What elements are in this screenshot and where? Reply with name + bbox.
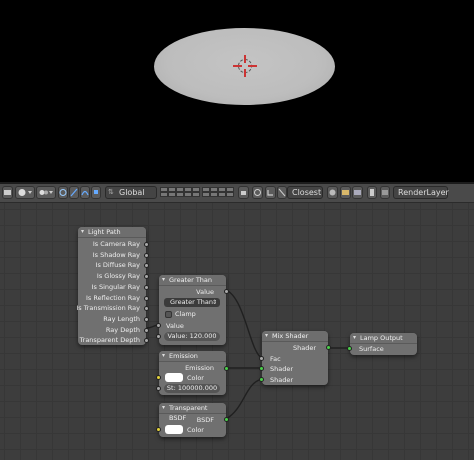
- rotate-manipulator-icon[interactable]: [80, 186, 90, 199]
- socket-fac[interactable]: [259, 356, 264, 361]
- mix-shader-node-title[interactable]: Mix Shader: [262, 331, 328, 342]
- output-label: Ray Depth: [105, 326, 140, 334]
- render-layer-label: RenderLayer: [398, 188, 449, 197]
- socket-is-singular-ray[interactable]: [144, 285, 149, 290]
- render-layer-type-icon[interactable]: [367, 186, 377, 199]
- scale-manipulator-icon[interactable]: [91, 186, 101, 199]
- output-label: Is Shadow Ray: [92, 251, 140, 259]
- math-operation-label: Greater Than: [170, 298, 214, 306]
- output-label: Is Glossy Ray: [96, 272, 140, 280]
- output-label: Ray Length: [103, 315, 140, 323]
- translate-manipulator-icon[interactable]: [69, 186, 79, 199]
- shader-input-label: Shader: [270, 376, 294, 384]
- socket-output-value[interactable]: [224, 289, 229, 294]
- orientation-icon: ⇅: [108, 188, 114, 196]
- bsdf-color-label: Color: [187, 426, 204, 434]
- socket-is-glossy-ray[interactable]: [144, 274, 149, 279]
- lamp-output-node-title[interactable]: Lamp Output: [350, 333, 417, 344]
- socket-input-value-1[interactable]: [156, 323, 161, 328]
- emission-color-swatch[interactable]: [165, 373, 183, 382]
- snap-target-label: Closest: [292, 188, 322, 197]
- bsdf-color-swatch[interactable]: [165, 425, 183, 434]
- output-value-label: Value: [196, 288, 214, 296]
- socket-bsdf-output[interactable]: [224, 417, 229, 422]
- output-label: Is Diffuse Ray: [95, 261, 140, 269]
- dropdown-arrows-icon: ⇕: [211, 299, 217, 306]
- fac-input-label: Fac: [270, 355, 281, 363]
- socket-shader-2[interactable]: [259, 377, 264, 382]
- transparent-bsdf-node-title[interactable]: Transparent BSDF: [159, 403, 226, 422]
- socket-emission-color[interactable]: [156, 375, 161, 380]
- socket-bsdf-color[interactable]: [156, 427, 161, 432]
- socket-surface[interactable]: [347, 346, 352, 351]
- manipulator-toggle-icon[interactable]: [58, 186, 68, 199]
- socket-ray-depth[interactable]: [144, 328, 149, 333]
- lock-camera-icon[interactable]: [238, 186, 249, 199]
- render-still-icon[interactable]: [340, 186, 351, 199]
- mix-shader-node[interactable]: Mix Shader Shader Fac Shader Shader: [259, 331, 331, 385]
- socket-is-transmission-ray[interactable]: [144, 306, 149, 311]
- socket-is-diffuse-ray[interactable]: [144, 263, 149, 268]
- proportional-edit-icon[interactable]: [252, 186, 263, 199]
- output-label: Transparent Depth: [79, 336, 140, 344]
- socket-input-value-2[interactable]: [156, 334, 161, 339]
- socket-shader-1[interactable]: [259, 366, 264, 371]
- mix-shader-output-label: Shader: [292, 344, 316, 352]
- link-bsdf-to-shader: [225, 378, 263, 420]
- align-rotation-icon[interactable]: [327, 186, 338, 199]
- viewport-shading-icon[interactable]: [15, 186, 35, 199]
- node-editor-canvas[interactable]: Light Path Is Camera Ray Is Shadow Ray I…: [0, 203, 474, 460]
- bsdf-output-label: BSDF: [196, 416, 214, 424]
- output-label: Is Singular Ray: [91, 283, 140, 291]
- node-links: [146, 289, 350, 420]
- transform-orientation-label: Global: [119, 188, 145, 197]
- greater-than-node[interactable]: Greater Than Value Greater Than ⇕ Clamp …: [156, 275, 229, 345]
- value-number-field[interactable]: Value: 120.000: [164, 332, 220, 341]
- 3d-viewport[interactable]: [0, 0, 474, 182]
- emission-node[interactable]: Emission Emission Color St: 100000.000: [156, 351, 229, 395]
- socket-emission-output[interactable]: [224, 366, 229, 371]
- socket-is-camera-ray[interactable]: [144, 242, 149, 247]
- snap-toggle-icon[interactable]: [265, 186, 276, 199]
- clamp-checkbox[interactable]: [165, 311, 172, 318]
- render-animation-icon[interactable]: [352, 186, 363, 199]
- 3d-cursor-crosshair: [233, 65, 257, 67]
- viewport-header: ⇅ Global Closest RenderLayer: [0, 184, 474, 203]
- render-layer-dropdown[interactable]: RenderLayer: [393, 186, 449, 199]
- transform-orientation-dropdown[interactable]: ⇅ Global: [105, 186, 157, 199]
- greater-than-node-title[interactable]: Greater Than: [159, 275, 226, 286]
- snap-element-icon[interactable]: [277, 186, 287, 199]
- render-layer-icon[interactable]: [380, 186, 390, 199]
- value-number-label: Value: 120.000: [167, 332, 217, 340]
- light-path-node-title[interactable]: Light Path: [78, 227, 146, 238]
- pivot-point-icon[interactable]: [36, 186, 56, 199]
- emission-node-title[interactable]: Emission: [159, 351, 226, 362]
- output-label: Is Camera Ray: [92, 240, 140, 248]
- layer-grid[interactable]: [160, 184, 234, 202]
- strength-number-field[interactable]: St: 100000.000: [164, 384, 220, 393]
- socket-is-reflection-ray[interactable]: [144, 296, 149, 301]
- surface-input-label: Surface: [359, 345, 384, 353]
- transparent-bsdf-node[interactable]: Transparent BSDF BSDF Color: [156, 403, 229, 437]
- input-value-label: Value: [166, 322, 184, 330]
- math-operation-select[interactable]: Greater Than ⇕: [164, 298, 220, 307]
- strength-number-label: St: 100000.000: [166, 384, 218, 392]
- shader-input-label: Shader: [270, 365, 294, 373]
- snap-target-dropdown[interactable]: Closest: [287, 186, 323, 199]
- light-path-node[interactable]: Light Path Is Camera Ray Is Shadow Ray I…: [76, 227, 149, 345]
- socket-emission-strength[interactable]: [156, 386, 161, 391]
- emission-color-label: Color: [187, 374, 204, 382]
- emission-output-label: Emission: [185, 364, 214, 372]
- output-label: Is Reflection Ray: [86, 294, 140, 302]
- socket-mix-shader-output[interactable]: [326, 345, 331, 350]
- lamp-output-node[interactable]: Lamp Output Surface: [347, 333, 417, 355]
- socket-is-shadow-ray[interactable]: [144, 253, 149, 258]
- socket-ray-length[interactable]: [144, 317, 149, 322]
- clamp-label: Clamp: [175, 310, 196, 318]
- editor-type-icon[interactable]: [2, 186, 13, 199]
- output-label: Is Transmission Ray: [76, 304, 140, 312]
- socket-transparent-depth[interactable]: [144, 338, 149, 343]
- link-value-to-fac: [225, 289, 263, 359]
